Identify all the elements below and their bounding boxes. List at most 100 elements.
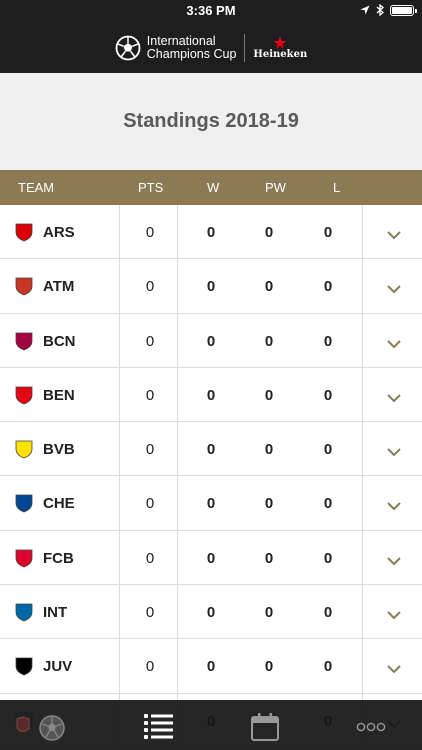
heineken-logo: Heineken: [253, 36, 307, 60]
table-row[interactable]: BEN 0 0 0 0: [0, 367, 422, 423]
cell-pw: 0: [264, 495, 274, 513]
column-header-pts: PTS: [138, 180, 164, 195]
app-header: International Champions Cup Heineken: [0, 22, 422, 73]
column-header-w: W: [207, 180, 220, 195]
cell-l: 0: [323, 224, 333, 241]
status-indicators: [360, 4, 417, 16]
team-crest-icon: [14, 385, 34, 405]
expand-chevron-icon[interactable]: [386, 281, 402, 299]
cell-pts: 0: [145, 495, 155, 513]
column-divider: [119, 422, 120, 476]
column-divider: [119, 259, 120, 313]
column-divider: [362, 530, 363, 585]
column-divider: [177, 422, 178, 476]
status-time: 3:36 PM: [186, 3, 236, 18]
cell-w: 0: [206, 278, 216, 296]
column-divider: [119, 367, 120, 422]
table-row[interactable]: FCB 0 0 0 0: [0, 530, 422, 586]
more-tab[interactable]: [356, 720, 386, 738]
column-divider: [362, 639, 363, 693]
standings-tab[interactable]: [143, 712, 175, 745]
column-divider: [362, 585, 363, 639]
cell-pts: 0: [145, 386, 155, 404]
column-header-l: L: [333, 180, 341, 195]
expand-chevron-icon[interactable]: [386, 336, 402, 354]
expand-chevron-icon[interactable]: [386, 227, 402, 245]
team-name: ATM: [43, 278, 75, 296]
cell-pts: 0: [145, 549, 155, 567]
cell-pw: 0: [264, 549, 274, 567]
column-divider: [362, 205, 363, 259]
schedule-calendar-icon: [251, 713, 279, 741]
cell-pw: 0: [264, 441, 274, 459]
team-crest-icon: [14, 222, 34, 242]
more-icon: [356, 722, 386, 732]
table-row[interactable]: BVB 0 0 0 0: [0, 422, 422, 477]
column-divider: [177, 205, 178, 259]
soccer-ball-icon: [115, 35, 141, 60]
column-divider: [177, 259, 178, 313]
cell-pts: 0: [145, 224, 155, 241]
standings-list-icon: [144, 714, 173, 739]
expand-chevron-icon[interactable]: [386, 444, 402, 462]
table-row[interactable]: BCN 0 0 0 0: [0, 313, 422, 368]
team-crest-icon: [14, 439, 34, 459]
cell-w: 0: [206, 604, 216, 622]
cell-w: 0: [206, 549, 216, 567]
page-title: Standings 2018-19: [123, 110, 299, 132]
cell-pw: 0: [264, 224, 274, 241]
team-name: BCN: [43, 332, 76, 350]
battery-icon: [390, 4, 417, 16]
cell-l: 0: [323, 495, 333, 513]
table-row[interactable]: ARS 0 0 0 0: [0, 205, 422, 260]
table-row[interactable]: ATM 0 0 0 0: [0, 259, 422, 314]
cell-pts: 0: [145, 278, 155, 296]
team-name: INT: [43, 604, 68, 622]
schedule-tab[interactable]: [250, 712, 280, 747]
column-divider: [177, 476, 178, 530]
team-name: FCB: [43, 549, 74, 567]
tab-bar: [0, 700, 422, 750]
expand-chevron-icon[interactable]: [386, 661, 402, 679]
icc-title-line1: International: [146, 33, 216, 48]
standings-table: ARS 0 0 0 0 ATM 0 0 0 0 BCN 0 0 0 0 BEN 0 0 0 0 BVB 0 0 0 0 CHE 0 0…: [0, 205, 422, 748]
column-divider: [362, 313, 363, 367]
column-divider: [362, 422, 363, 476]
cell-w: 0: [206, 224, 216, 241]
column-divider: [362, 476, 363, 530]
team-name: CHE: [43, 495, 75, 513]
team-crest-icon: [14, 548, 34, 568]
cell-pts: 0: [145, 332, 155, 350]
cell-l: 0: [323, 441, 333, 459]
table-row[interactable]: CHE 0 0 0 0: [0, 476, 422, 531]
column-divider: [362, 259, 363, 313]
table-row[interactable]: INT 0 0 0 0: [0, 585, 422, 640]
team-name: BVB: [43, 441, 75, 459]
cell-w: 0: [206, 658, 216, 676]
red-star-icon: [273, 36, 287, 49]
expand-chevron-icon[interactable]: [386, 498, 402, 516]
cell-pw: 0: [264, 278, 274, 296]
table-row[interactable]: JUV 0 0 0 0: [0, 639, 422, 694]
cell-pw: 0: [264, 658, 274, 676]
expand-chevron-icon[interactable]: [386, 390, 402, 408]
cell-pw: 0: [264, 386, 274, 404]
heineken-name: Heineken: [253, 48, 308, 60]
column-divider: [119, 585, 120, 639]
team-crest-icon: [14, 276, 34, 296]
cell-l: 0: [323, 549, 333, 567]
team-name: ARS: [43, 224, 75, 241]
cell-l: 0: [323, 604, 333, 622]
team-crest-icon: [14, 331, 34, 351]
cell-pw: 0: [264, 604, 274, 622]
icc-title: International Champions Cup: [146, 33, 237, 61]
cell-l: 0: [323, 332, 333, 350]
cell-w: 0: [206, 386, 216, 404]
bluetooth-icon: [376, 4, 384, 16]
logo-divider: [244, 33, 246, 62]
expand-chevron-icon[interactable]: [386, 607, 402, 625]
team-filter-tab[interactable]: [14, 714, 68, 747]
cell-pts: 0: [145, 604, 155, 622]
column-divider: [119, 639, 120, 693]
expand-chevron-icon[interactable]: [386, 553, 402, 571]
